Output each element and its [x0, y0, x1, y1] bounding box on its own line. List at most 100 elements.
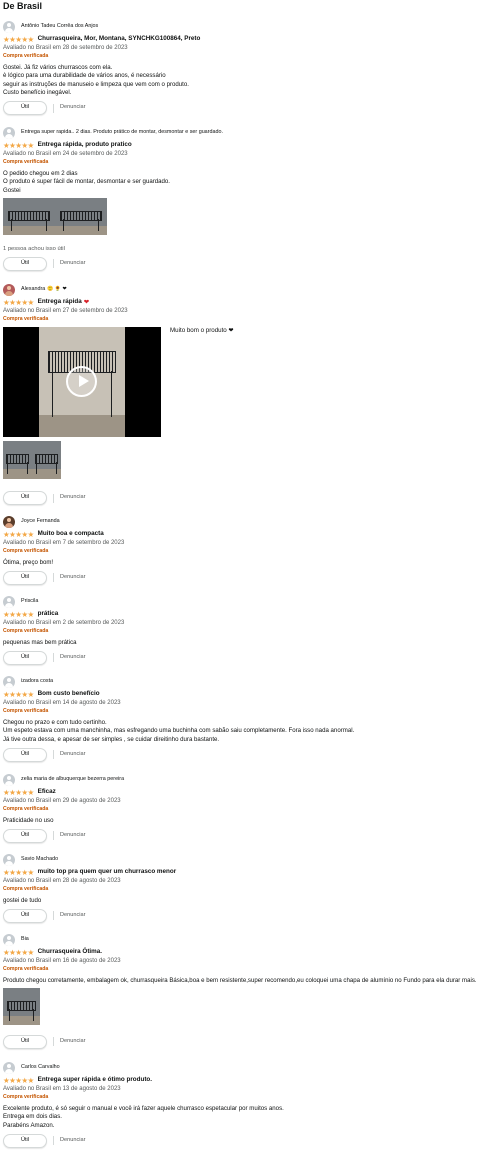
report-link[interactable]: Denunciar	[60, 912, 86, 920]
divider	[53, 493, 54, 503]
review-body: Muito bom o produto ❤	[170, 326, 234, 334]
review-title[interactable]: Bom custo benefício	[38, 690, 100, 699]
reviewer-name: zelia maria de albuquerque bezerra perei…	[21, 775, 125, 782]
review-body: gostei de tudo	[3, 896, 42, 904]
reviewer-profile[interactable]: Carlos Carvalho	[3, 1061, 495, 1074]
review-image-thumbnail[interactable]	[3, 440, 32, 479]
reviewer-name: Savio Machado	[21, 855, 59, 862]
review-body: O pedido chegou em 2 dias O produto é su…	[3, 169, 170, 194]
review-date: Avaliado no Brasil em 2 de setembro de 2…	[3, 620, 125, 626]
reviewer-name: Carlos Carvalho	[21, 1063, 60, 1070]
verified-badge: Compra verificada	[3, 53, 49, 60]
verified-badge: Compra verificada	[3, 966, 49, 973]
review-date: Avaliado no Brasil em 13 de agosto de 20…	[3, 1086, 121, 1092]
review-item: zelia maria de albuquerque bezerra perei…	[3, 773, 495, 843]
helpful-button[interactable]: Útil	[3, 1034, 47, 1049]
helpful-button[interactable]: Útil	[3, 908, 47, 923]
report-link[interactable]: Denunciar	[60, 494, 86, 502]
reviewer-profile[interactable]: Antônio Tadeu Corrêa dos Anjos	[3, 20, 495, 33]
reviewer-profile[interactable]: izadora costa	[3, 675, 495, 688]
review-body: Gostei. Já fiz vários churrascos com ela…	[3, 63, 189, 97]
reviewer-profile[interactable]: Joyce Fernanda	[3, 515, 495, 528]
review-date: Avaliado no Brasil em 27 de setembro de …	[3, 308, 128, 314]
helpful-button[interactable]: Útil	[3, 650, 47, 665]
review-title[interactable]: prática	[38, 610, 59, 619]
avatar	[3, 595, 15, 608]
review-date: Avaliado no Brasil em 28 de agosto de 20…	[3, 878, 121, 884]
report-link[interactable]: Denunciar	[60, 654, 86, 662]
review-title[interactable]: Entrega super rápida e ótimo produto.	[38, 1076, 152, 1085]
review-title[interactable]: Churrasqueira, Mor, Montana, SYNCHKG1008…	[38, 35, 201, 44]
review-item: izadora costa ★★★★★ Bom custo benefício …	[3, 675, 495, 762]
review-title[interactable]: Churrasqueira Ótima.	[38, 948, 102, 957]
star-rating[interactable]: ★★★★★	[3, 299, 34, 307]
review-image-thumbnail[interactable]	[3, 198, 55, 236]
report-link[interactable]: Denunciar	[60, 1137, 86, 1145]
verified-badge: Compra verificada	[3, 628, 49, 635]
reviewer-name: izadora costa	[21, 677, 54, 684]
review-title[interactable]: Entrega rápida	[38, 298, 82, 307]
helpful-button[interactable]: Útil	[3, 491, 47, 506]
review-date: Avaliado no Brasil em 29 de agosto de 20…	[3, 798, 121, 804]
star-rating[interactable]: ★★★★★	[3, 869, 34, 877]
reviewer-name: Alexandra	[21, 285, 46, 292]
review-body: Produto chegou corretamente, embalagem o…	[3, 976, 477, 984]
review-video[interactable]	[3, 326, 161, 437]
review-date: Avaliado no Brasil em 24 de setembro de …	[3, 151, 128, 157]
star-rating[interactable]: ★★★★★	[3, 531, 34, 539]
divider	[53, 259, 54, 269]
report-link[interactable]: Denunciar	[60, 832, 86, 840]
review-title[interactable]: Muito boa e compacta	[38, 530, 104, 539]
star-rating[interactable]: ★★★★★	[3, 1077, 34, 1085]
verified-badge: Compra verificada	[3, 708, 49, 715]
review-date: Avaliado no Brasil em 7 de setembro de 2…	[3, 540, 125, 546]
avatar	[3, 20, 15, 33]
review-title[interactable]: muito top pra quem quer um churrasco men…	[38, 868, 177, 877]
avatar	[3, 933, 15, 946]
review-body: Chegou no prazo e com tudo certinho. Um …	[3, 718, 355, 743]
star-rating[interactable]: ★★★★★	[3, 789, 34, 797]
helpful-button[interactable]: Útil	[3, 1133, 47, 1148]
reviewer-profile[interactable]: Bia	[3, 933, 495, 946]
review-item: Priscila ★★★★★ prática Avaliado no Brasi…	[3, 595, 495, 665]
report-link[interactable]: Denunciar	[60, 1038, 86, 1046]
helpful-button[interactable]: Útil	[3, 101, 47, 116]
helpful-button[interactable]: Útil	[3, 570, 47, 585]
avatar	[3, 773, 15, 786]
verified-badge: Compra verificada	[3, 1094, 49, 1101]
review-body: Ótima, preço bom!	[3, 558, 54, 566]
verified-badge: Compra verificada	[3, 548, 49, 555]
report-link[interactable]: Denunciar	[60, 260, 86, 268]
star-rating[interactable]: ★★★★★	[3, 949, 34, 957]
reviewer-profile[interactable]: Priscila	[3, 595, 495, 608]
helpful-button[interactable]: Útil	[3, 828, 47, 843]
reviewer-profile[interactable]: Entrega super rapida.. 2 dias. Produto p…	[3, 126, 495, 139]
divider	[53, 750, 54, 760]
report-link[interactable]: Denunciar	[60, 574, 86, 582]
review-item: Joyce Fernanda ★★★★★ Muito boa e compact…	[3, 515, 495, 585]
helpful-button[interactable]: Útil	[3, 747, 47, 762]
reviewer-profile[interactable]: Savio Machado	[3, 853, 495, 866]
avatar	[3, 515, 15, 528]
divider	[53, 1037, 54, 1047]
review-image-thumbnail[interactable]	[55, 198, 107, 236]
star-rating[interactable]: ★★★★★	[3, 691, 34, 699]
helpful-count: 1 pessoa achou isso útil	[3, 246, 65, 253]
divider	[53, 573, 54, 583]
review-image-thumbnail[interactable]	[32, 440, 61, 479]
star-rating[interactable]: ★★★★★	[3, 611, 34, 619]
report-link[interactable]: Denunciar	[60, 751, 86, 759]
report-link[interactable]: Denunciar	[60, 104, 86, 112]
reviewer-profile[interactable]: zelia maria de albuquerque bezerra perei…	[3, 773, 495, 786]
reviewer-emoji-badge: 🙂 🌻 ❤	[47, 286, 67, 292]
divider	[53, 1136, 54, 1146]
star-rating[interactable]: ★★★★★	[3, 142, 34, 150]
review-image-thumbnail[interactable]	[3, 988, 40, 1026]
review-title[interactable]: Entrega rápida, produto pratico	[38, 141, 132, 150]
helpful-button[interactable]: Útil	[3, 256, 47, 271]
heart-icon: ❤	[83, 298, 90, 306]
play-icon[interactable]	[66, 365, 97, 397]
reviewer-profile[interactable]: Alexandra 🙂 🌻 ❤	[3, 283, 495, 296]
star-rating[interactable]: ★★★★★	[3, 36, 34, 44]
review-title[interactable]: Eficaz	[38, 788, 56, 797]
